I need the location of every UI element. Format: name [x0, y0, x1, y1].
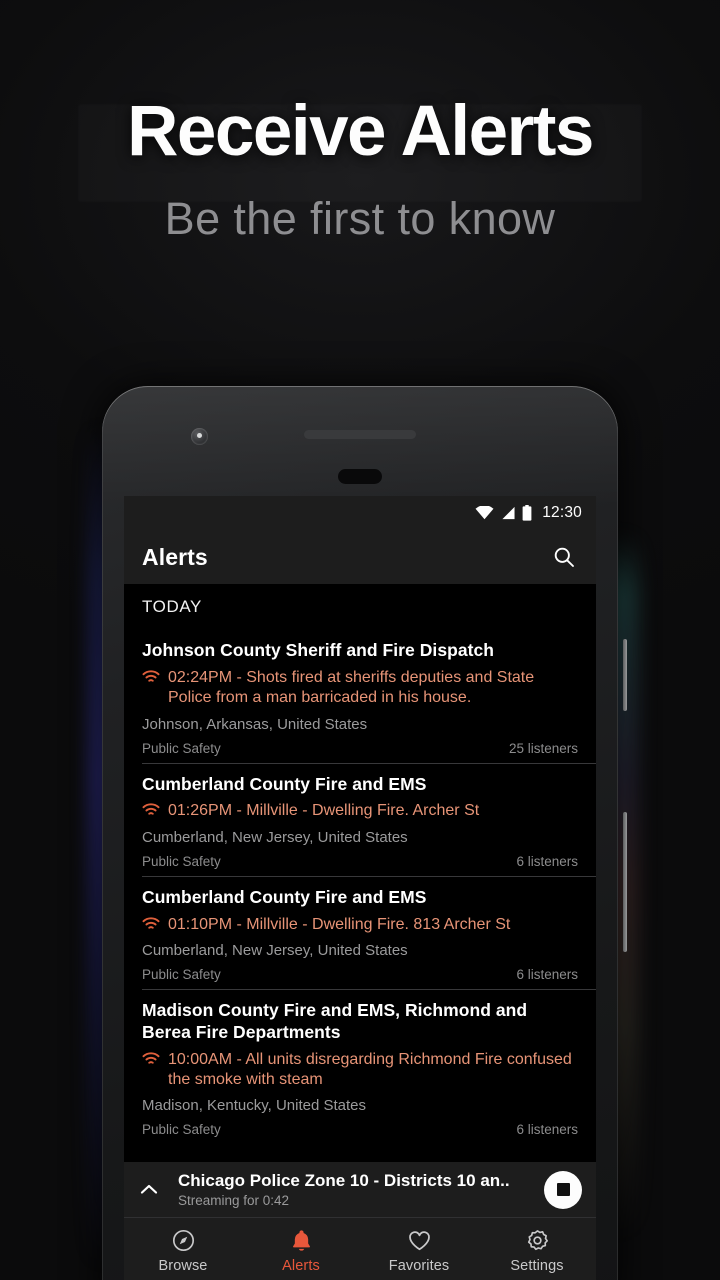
search-icon[interactable]	[550, 543, 578, 571]
broadcast-icon	[142, 670, 160, 682]
section-header-today: TODAY	[124, 584, 596, 629]
front-camera-icon	[191, 428, 208, 445]
alert-message-row: 02:24PM - Shots fired at sheriffs deputi…	[142, 668, 578, 709]
alert-location: Johnson, Arkansas, United States	[142, 715, 368, 733]
status-bar-time: 12:30	[542, 504, 582, 521]
alert-title: Cumberland County Fire and EMS	[142, 886, 427, 907]
alert-category: Public Safety	[142, 966, 221, 982]
page-title: Alerts	[142, 543, 208, 570]
nav-label-favorites: Favorites	[388, 1257, 450, 1274]
broadcast-icon	[142, 1052, 160, 1064]
nav-label-alerts: Alerts	[282, 1257, 320, 1274]
alert-message-row: 01:10PM - Millville - Dwelling Fire. 813…	[142, 915, 578, 935]
alert-message: 02:24PM - Shots fired at sheriffs deputi…	[168, 668, 535, 707]
nav-item-browse[interactable]: Browse	[124, 1218, 242, 1279]
sensor-notch	[338, 469, 382, 484]
alert-footer: Public Safety 6 listeners	[142, 854, 578, 869]
gear-icon	[527, 1229, 548, 1250]
alert-location: Cumberland, New Jersey, United States	[142, 941, 408, 959]
player-text-group: Chicago Police Zone 10 - Districts 10 an…	[174, 1171, 534, 1209]
alert-card[interactable]: Cumberland County Fire and EMS 01:26PM -…	[124, 762, 596, 876]
alert-title: Johnson County Sheriff and Fire Dispatch	[142, 640, 495, 660]
nav-item-alerts[interactable]: Alerts	[242, 1218, 360, 1279]
alert-location: Madison, Kentucky, United States	[142, 1097, 367, 1115]
bottom-navigation: Browse Alerts Favorites Settings	[124, 1217, 596, 1279]
heart-icon	[408, 1230, 430, 1250]
alert-listeners: 6 listeners	[516, 1122, 578, 1138]
alert-message: 01:26PM - Millville - Dwelling Fire. Arc…	[168, 802, 480, 820]
alert-message-row: 10:00AM - All units disregarding Richmon…	[142, 1050, 578, 1091]
alert-title: Madison County Fire and EMS, Richmond an…	[142, 999, 528, 1042]
nav-label-settings: Settings	[510, 1257, 564, 1274]
alert-footer: Public Safety 25 listeners	[142, 741, 578, 756]
alert-card[interactable]: Madison County Fire and EMS, Richmond an…	[124, 988, 596, 1144]
alert-message-row: 01:26PM - Millville - Dwelling Fire. Arc…	[142, 801, 578, 821]
alert-message: 01:10PM - Millville - Dwelling Fire. 813…	[168, 915, 511, 933]
earpiece-speaker-icon	[304, 430, 416, 439]
mini-player-bar[interactable]: Chicago Police Zone 10 - Districts 10 an…	[124, 1161, 596, 1217]
alert-listeners: 6 listeners	[516, 853, 578, 869]
app-bar: Alerts	[124, 530, 596, 584]
alert-category: Public Safety	[142, 1122, 221, 1138]
alert-title: Cumberland County Fire and EMS	[142, 773, 427, 794]
alert-footer: Public Safety 6 listeners	[142, 967, 578, 982]
hero-section: Receive Alerts Be the first to know	[0, 96, 720, 241]
alerts-list[interactable]: Johnson County Sheriff and Fire Dispatch…	[124, 629, 596, 1161]
broadcast-icon	[142, 916, 160, 929]
nav-item-favorites[interactable]: Favorites	[360, 1218, 478, 1279]
phone-body: 12:30 Alerts TODAY Johnson County Sherif…	[102, 386, 618, 1280]
alert-card[interactable]: Cumberland County Fire and EMS 01:10PM -…	[124, 875, 596, 989]
broadcast-icon	[142, 803, 160, 816]
volume-button[interactable]	[623, 639, 627, 711]
status-bar: 12:30	[124, 496, 596, 530]
chevron-up-icon[interactable]	[134, 1175, 164, 1205]
power-button[interactable]	[623, 812, 627, 952]
stop-icon[interactable]	[544, 1170, 582, 1209]
alert-category: Public Safety	[142, 853, 221, 869]
hero-subtitle: Be the first to know	[164, 193, 556, 244]
player-status: Streaming for 0:42	[178, 1193, 290, 1209]
battery-icon	[522, 505, 532, 521]
bell-icon	[292, 1229, 310, 1251]
alert-card[interactable]: Johnson County Sheriff and Fire Dispatch…	[124, 629, 596, 763]
stop-square	[556, 1183, 570, 1196]
nav-label-browse: Browse	[158, 1257, 208, 1274]
wifi-icon	[475, 506, 494, 520]
alert-footer: Public Safety 6 listeners	[142, 1122, 578, 1137]
alert-listeners: 25 listeners	[508, 740, 578, 756]
nav-item-settings[interactable]: Settings	[478, 1218, 596, 1279]
hero-title: Receive Alerts	[127, 92, 594, 171]
alert-listeners: 6 listeners	[516, 966, 578, 982]
alert-location: Cumberland, New Jersey, United States	[142, 828, 408, 846]
phone-mockup: 12:30 Alerts TODAY Johnson County Sherif…	[90, 386, 634, 1280]
promo-screenshot: Receive Alerts Be the first to know 12:3…	[0, 0, 720, 1280]
alert-category: Public Safety	[142, 740, 221, 756]
phone-screen: 12:30 Alerts TODAY Johnson County Sherif…	[124, 496, 596, 1280]
cellular-signal-icon	[502, 506, 515, 520]
bezel-sheen	[102, 386, 618, 506]
player-title: Chicago Police Zone 10 - Districts 10 an…	[178, 1170, 510, 1190]
alert-message: 10:00AM - All units disregarding Richmon…	[168, 1050, 572, 1088]
compass-icon	[172, 1229, 194, 1251]
